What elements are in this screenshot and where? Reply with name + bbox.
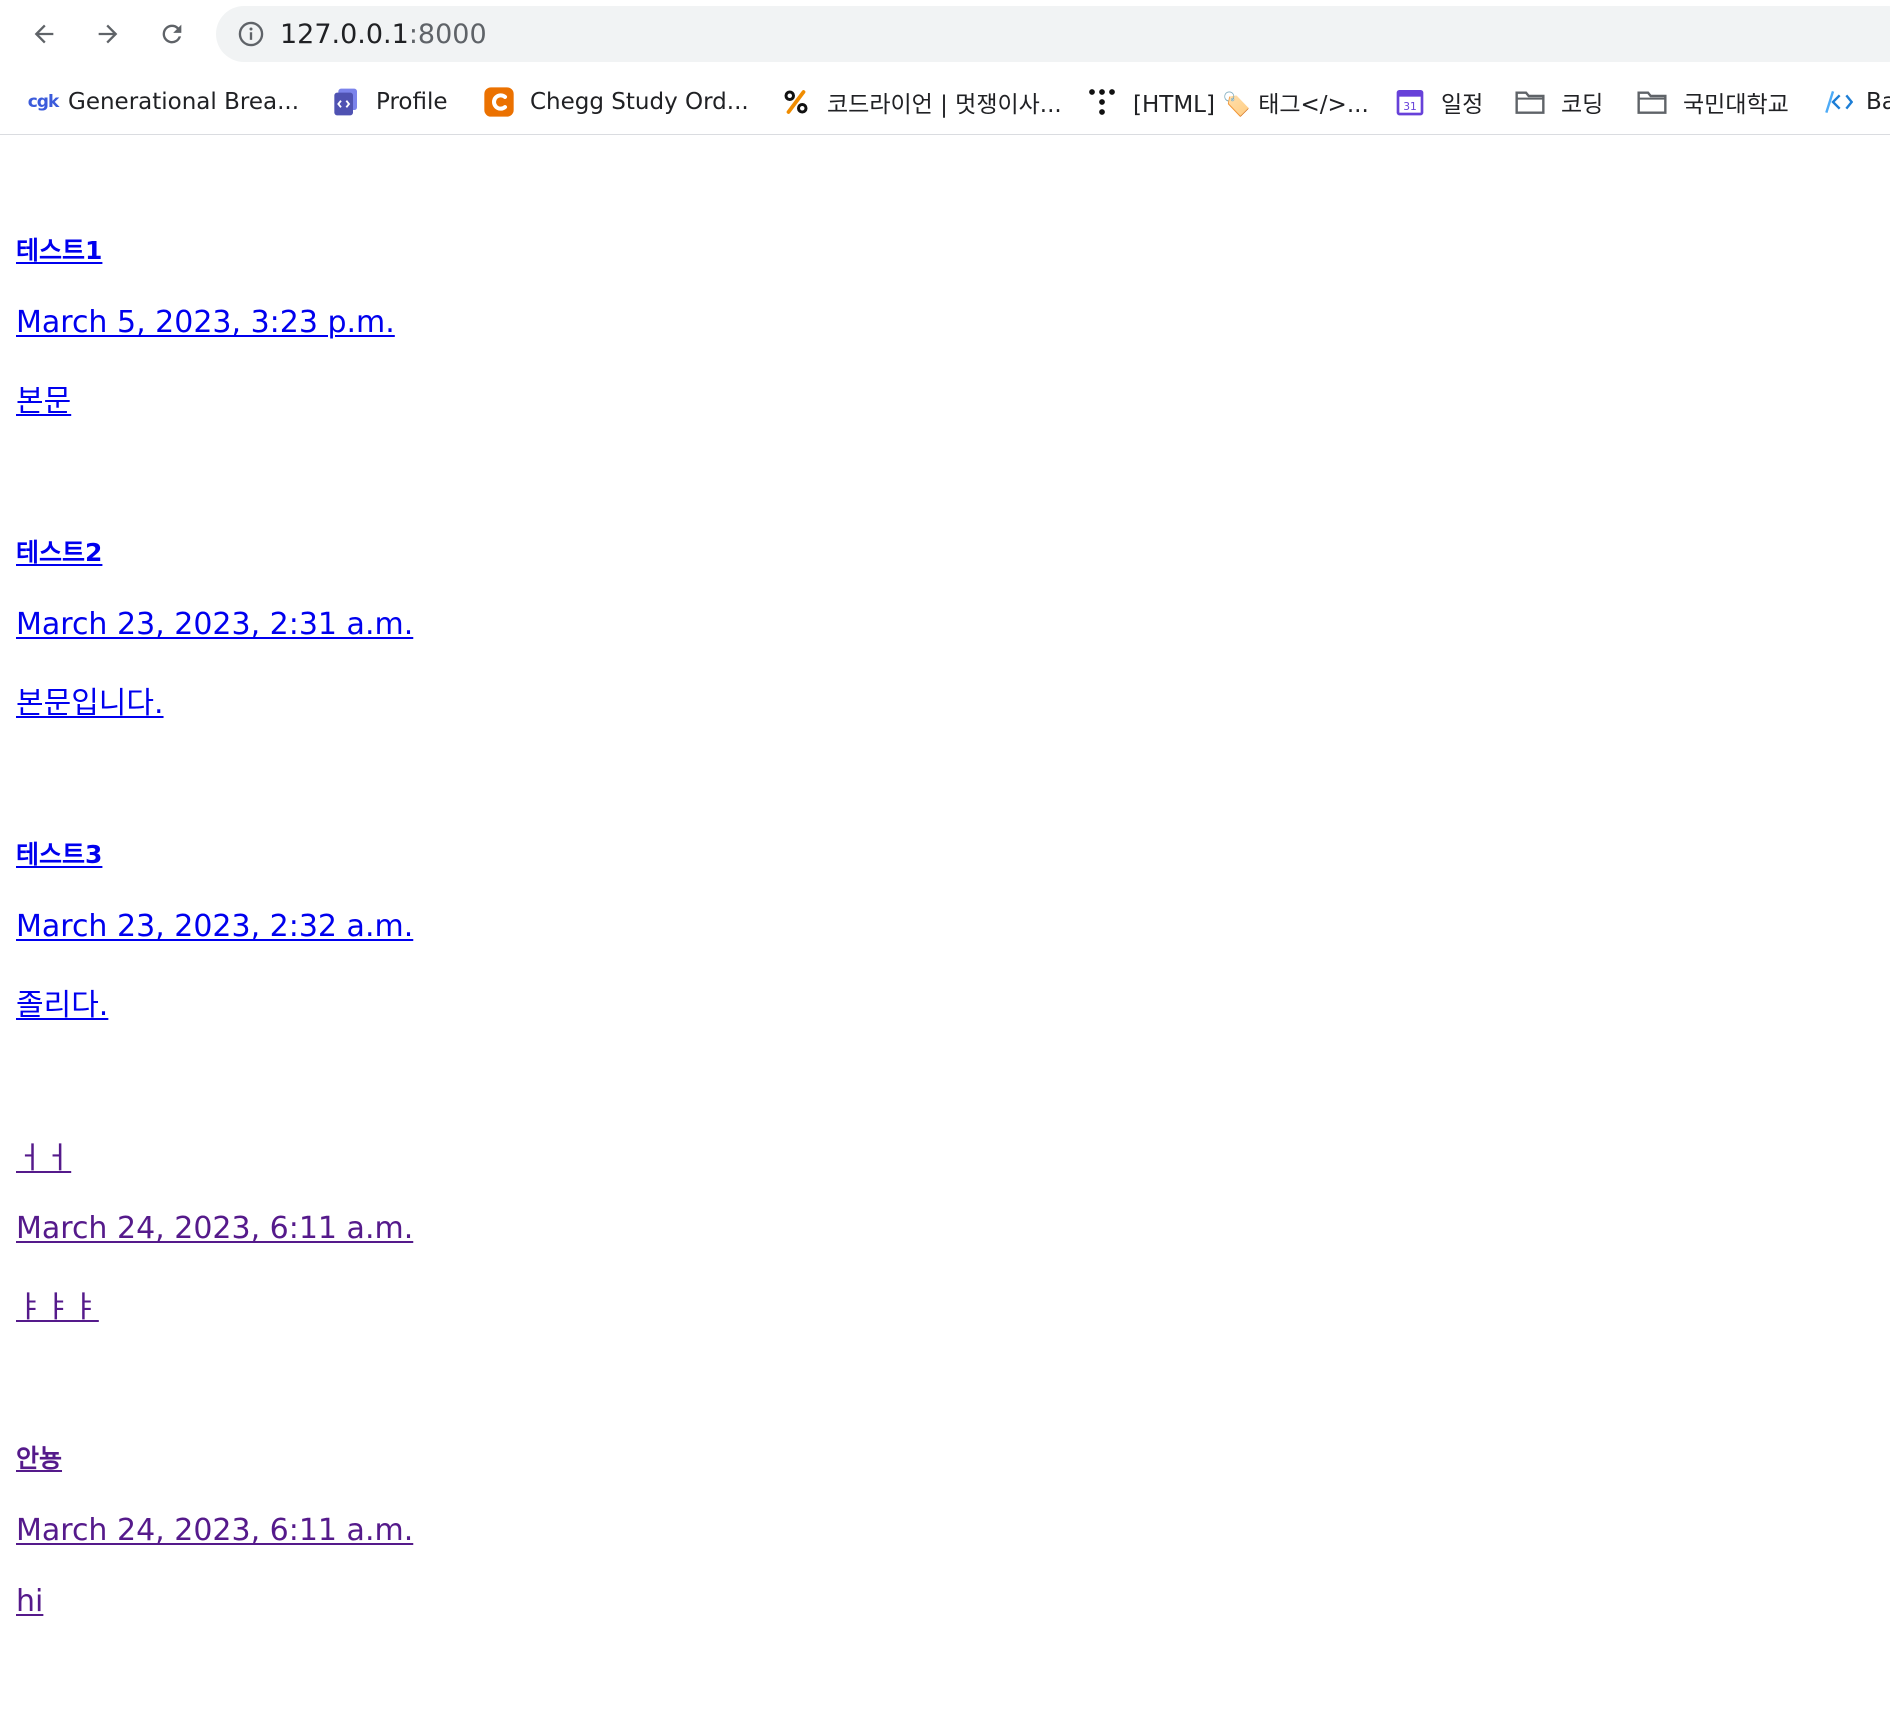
post-title-link[interactable]: 테스트1 [16,231,102,267]
forward-button[interactable] [88,14,128,54]
post-body-link[interactable]: 본문입니다. [16,678,164,722]
site-info-icon[interactable] [236,19,266,49]
arrow-left-icon [34,24,54,44]
post-date-link[interactable]: March 24, 2023, 6:11 a.m. [16,1513,413,1548]
post-date-link[interactable]: March 24, 2023, 6:11 a.m. [16,1211,413,1246]
bookmark-folder-kookmin[interactable]: 국민대학교 [1635,82,1789,122]
bookmark-label: Chegg Study Ord... [530,89,749,115]
dots-icon [1085,85,1119,119]
bookmark-label: 일정 [1441,92,1484,118]
bookmark-chegg[interactable]: Chegg Study Ord... [482,82,749,122]
bookmark-label: 코딩 [1561,92,1604,118]
arrow-right-icon [98,24,118,44]
browser-toolbar: 127.0.0.1:8000 [0,0,1890,68]
bookmarks-bar: cgk Generational Brea... Profile Chegg S… [0,68,1890,135]
bookmark-profile[interactable]: Profile [328,82,448,122]
post-body-link[interactable]: hi [16,1584,43,1619]
bookmark-folder-coding[interactable]: 코딩 [1513,82,1603,122]
cgk-icon-text: cgk [27,92,60,112]
profile-icon [328,85,362,119]
url-host: 127.0.0.1 [280,18,409,50]
post-title-link[interactable]: ㅓㅓ [16,1133,71,1177]
bookmark-ba[interactable]: Ba [1820,82,1890,122]
folder-icon [1513,85,1547,119]
post-date-link[interactable]: March 5, 2023, 3:23 p.m. [16,305,395,340]
post-date-link[interactable]: March 23, 2023, 2:31 a.m. [16,607,413,642]
post-body-link[interactable]: ㅑㅑㅑ [16,1282,99,1326]
url-text: 127.0.0.1:8000 [280,19,487,50]
bookmark-codelion[interactable]: 코드라이언 | 멋쟁이사... [779,82,1062,122]
bookmark-label: Profile [376,89,448,115]
post-title-link[interactable]: 테스트3 [16,835,102,871]
post-body-link[interactable]: 본문 [16,376,71,420]
post-title-link[interactable]: 테스트2 [16,533,102,569]
address-bar[interactable]: 127.0.0.1:8000 [216,6,1890,62]
reload-button[interactable] [152,14,192,54]
url-port: :8000 [408,18,487,50]
calendar-icon-text: 31 [1403,100,1417,113]
calendar-icon: 31 [1393,85,1427,119]
back-button[interactable] [24,14,64,54]
cgk-icon: cgk [26,85,60,119]
bookmark-label: 국민대학교 [1683,92,1789,118]
folder-icon [1635,85,1669,119]
bookmark-label: 코드라이언 | 멋쟁이사... [827,92,1062,118]
chegg-icon [482,85,516,119]
code-icon [1820,85,1854,119]
bookmark-generational[interactable]: cgk Generational Brea... [26,82,299,122]
bookmark-label: [HTML] 🏷️ 태그</>... [1133,92,1369,118]
bookmark-label: Ba [1866,89,1890,115]
reload-icon [162,24,182,44]
bookmark-label: Generational Brea... [68,89,300,115]
bookmark-schedule[interactable]: 31 일정 [1393,82,1483,122]
post-title-link[interactable]: 안뇽 [16,1439,62,1475]
post-body-link[interactable]: 졸리다. [16,980,108,1024]
percent-icon [779,85,813,119]
bookmark-html-tag[interactable]: [HTML] 🏷️ 태그</>... [1085,82,1369,122]
post-date-link[interactable]: March 23, 2023, 2:32 a.m. [16,909,413,944]
